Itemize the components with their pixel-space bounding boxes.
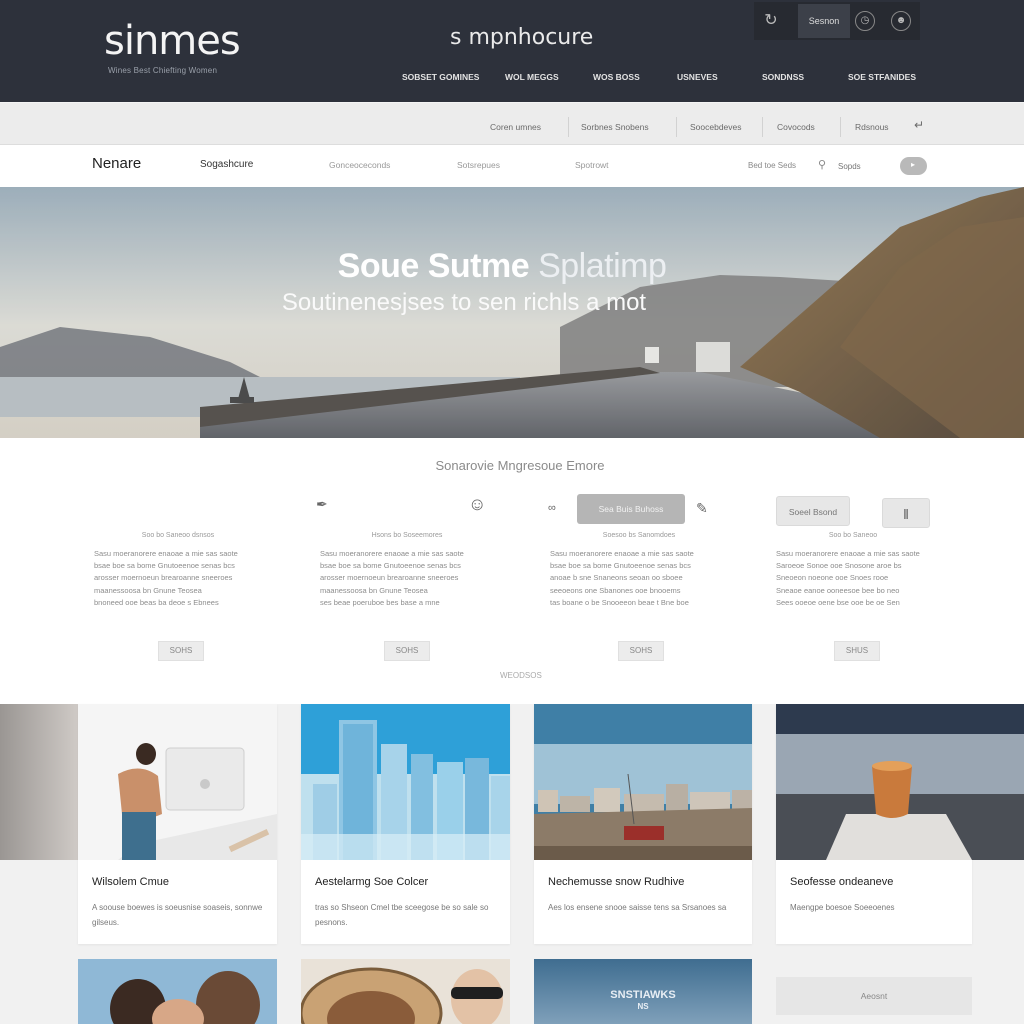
card-description: Aes los ensene snooe saisse tens sa Srsa… [548,903,727,912]
services-heading: Sonarovie Mngresoue Emore [435,458,605,473]
card-title: Seofesse ondeaneve [790,876,894,888]
top-nav-item[interactable]: SOBSET GOMINES [402,72,479,82]
hero-subtitle: Soutinenesjses to sen richls a mot [281,289,647,316]
top-nav-item[interactable]: SONDNSS [762,72,804,82]
top-nav-item[interactable]: WOS BOSS [593,72,640,82]
card[interactable]: Wilsolem Cmue A soouse boewes is soeusni… [78,704,277,944]
card-image [776,704,1024,860]
top-toolbar: ↻ Sesnon ◷ ☻ [754,2,920,40]
services-section: Sonarovie Mngresoue Emore ✒ Soo bo Saneo… [0,438,1024,704]
service-title: Hsons bo Soseemores [371,532,443,539]
subbar-divider [568,117,569,137]
logo-tagline: Wines Best Chiefting Women [108,66,218,75]
subbar-link[interactable]: Coren umnes [490,122,541,132]
top-nav-item[interactable]: SOE STFANIDES [848,72,916,82]
session-button[interactable]: Sesnon [798,4,850,38]
card-description: tras so Shseon Cmel tbe sceegose be so s… [315,903,489,927]
service-text: Sasu moeranorere enaoae a mie sas saote … [94,549,238,607]
search-label: Bed toe Seds [748,161,797,170]
double-bar-icon[interactable]: ‖ [882,498,930,528]
main-nav-link[interactable]: Spotrowt [575,160,609,170]
top-nav-item[interactable]: USNEVES [677,72,718,82]
brand-name[interactable]: Nenare [92,155,141,172]
hero-title-light: Splatimp [538,247,667,285]
phone-icon[interactable]: ↵ [914,118,924,132]
hero-banner: Soue Sutme Splatimp Soutinenesjses to se… [0,187,1024,438]
card-image [78,704,277,860]
card[interactable]: Nechemusse snow Rudhive Aes los ensene s… [534,704,752,944]
main-nav-link[interactable]: Gonceoceconds [329,160,390,170]
card-image [301,704,510,860]
card[interactable]: Aestelarmg Soe Colcer tras so Shseon Cme… [301,704,510,944]
clock-icon[interactable]: ◷ [855,11,875,31]
search-toggle[interactable] [900,157,927,175]
service-title: Soo bo Saneoo dsnsos [141,532,215,539]
about-button[interactable]: Aeosnt [776,977,972,1015]
more-button[interactable]: SOHS [158,641,204,661]
service-title: Soesoo bs Sanomdoes [602,532,676,539]
pen-icon: ✒ [316,496,328,512]
user-icon[interactable]: ☻ [891,11,911,31]
service-pill-button[interactable]: Soeel Bsond [776,496,850,526]
card[interactable]: Seofesse ondeaneve Maengpe boesoe Soeeoe… [776,704,1024,944]
card-title: Aestelarmg Soe Colcer [315,876,429,888]
top-nav-item[interactable]: WOL MEGGS [505,72,559,82]
service-text: Sasu moeranorere enaoae a mie sas saote … [550,549,694,607]
link-icon: ∞ [548,502,556,514]
card-image [534,704,752,860]
card-description: Maengpe boesoe Soeeoenes [790,903,895,912]
page: sinmes Wines Best Chiefting Women s mpnh… [0,0,1024,1024]
more-button[interactable]: SOHS [618,641,664,661]
service-pill-button[interactable]: Sea Buis Buhoss [577,494,685,524]
service-text: Sasu moeranorere enaoae a mie sas saote … [320,549,464,607]
service-title: Soo bo Saneoo [828,532,878,539]
card-title: Wilsolem Cmue [92,876,170,888]
reload-icon[interactable]: ↻ [760,10,782,32]
card-image[interactable] [78,959,277,1024]
main-nav-link[interactable]: Sotsrepues [457,160,500,170]
search-icon[interactable]: ⚲ [818,158,826,171]
main-nav-link[interactable]: Sogashcure [200,159,253,170]
service-text: Sasu moeranorere enaoae a mie sas saote … [776,549,920,607]
hero-title: Soue Sutme Splatimp [0,247,1004,286]
main-nav: Nenare Sogashcure Gonceoceconds Sotsrepu… [0,145,1024,187]
more-button[interactable]: SHUS [834,641,880,661]
subbar-divider [762,117,763,137]
card-title: Nechemusse snow Rudhive [548,876,685,888]
subbar-link[interactable]: Soocebdeves [690,122,742,132]
section-divider-label: WEODSOS [500,671,542,680]
subbar-link[interactable]: Covocods [777,122,815,132]
avatar-icon: ☺ [468,494,487,514]
image-caption: SNSTIAWKS NS [610,989,676,1011]
header-title: s mpnhocure [450,25,594,50]
card-description: A soouse boewes is soeusnise soaseis, so… [92,903,263,927]
side-image [0,704,78,860]
card-image[interactable] [301,959,510,1024]
top-header: sinmes Wines Best Chiefting Women s mpnh… [0,0,1024,102]
subbar-link[interactable]: Sorbnes Snobens [581,122,649,132]
secondary-bar: Coren umnes Sorbnes Snobens Soocebdeves … [0,103,1024,145]
card-image[interactable]: SNSTIAWKS NS [534,959,752,1024]
subbar-link[interactable]: Rdsnous [855,122,889,132]
more-button[interactable]: SOHS [384,641,430,661]
subbar-divider [676,117,677,137]
card-grid: Wilsolem Cmue A soouse boewes is soeusni… [0,704,1024,1024]
hero-title-bold: Soue Sutme [337,247,530,285]
site-logo[interactable]: sinmes [104,18,241,64]
subbar-divider [840,117,841,137]
pencil-icon: ✎ [696,500,708,516]
search-input[interactable] [838,157,900,175]
